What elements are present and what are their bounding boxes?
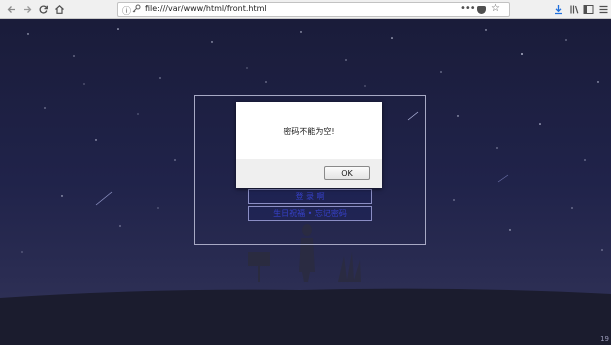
forward-arrow-icon[interactable] — [20, 2, 35, 17]
page-actions-icon[interactable]: ••• — [460, 3, 476, 14]
reload-icon[interactable] — [36, 2, 51, 17]
bookmark-star-icon[interactable]: ☆ — [491, 3, 500, 14]
alert-dialog: 密码不能为空! OK — [236, 102, 382, 188]
pocket-icon[interactable] — [477, 6, 486, 14]
secondary-link-button[interactable]: 生日祝福 • 忘记密码 — [248, 206, 372, 221]
alert-footer: OK — [236, 159, 382, 188]
url-bar[interactable]: ⓘ file:///var/www/html/front.html ••• ☆ — [117, 2, 510, 17]
login-button[interactable]: 登 录 啊 — [248, 189, 372, 204]
ok-button[interactable]: OK — [324, 166, 370, 180]
sidebar-icon[interactable] — [581, 2, 596, 17]
corner-text: 19 — [600, 335, 609, 343]
info-icon[interactable]: ⓘ — [122, 4, 131, 17]
download-icon[interactable] — [551, 2, 566, 17]
library-icon[interactable] — [567, 2, 582, 17]
key-icon — [132, 4, 141, 16]
menu-icon[interactable] — [596, 2, 611, 17]
alert-message: 密码不能为空! — [283, 127, 335, 136]
browser-toolbar: ⓘ file:///var/www/html/front.html ••• ☆ — [0, 0, 611, 19]
url-text: file:///var/www/html/front.html — [145, 4, 267, 13]
home-icon[interactable] — [52, 2, 67, 17]
back-arrow-icon[interactable] — [4, 2, 19, 17]
